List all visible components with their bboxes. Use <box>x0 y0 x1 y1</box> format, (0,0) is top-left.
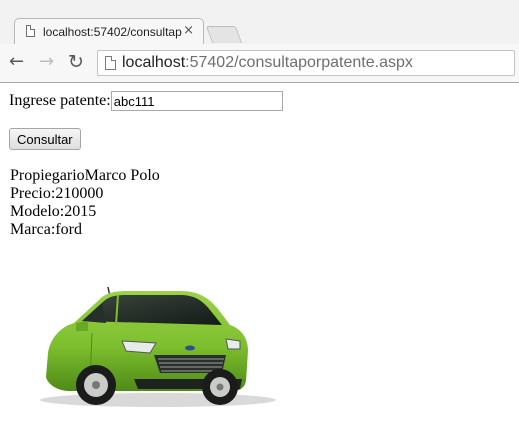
back-arrow-icon[interactable]: ← <box>9 52 24 72</box>
model-value: 2015 <box>64 203 97 220</box>
consultar-button[interactable]: Consultar <box>9 128 81 150</box>
page-icon <box>26 25 35 37</box>
close-icon[interactable]: × <box>183 23 194 39</box>
reload-icon[interactable]: ↻ <box>68 52 84 72</box>
browser-tab[interactable]: localhost:57402/consultap × <box>14 18 204 44</box>
owner-value: Marco Polo <box>84 167 160 184</box>
model-line: Modelo:2015 <box>10 203 160 221</box>
tab-title: localhost:57402/consultap <box>43 25 182 39</box>
brand-value: ford <box>55 221 82 238</box>
forward-arrow-icon[interactable]: → <box>39 52 54 72</box>
owner-label: Propiegario <box>10 167 85 184</box>
page-content: Ingrese patente: Consultar PropiegarioMa… <box>0 83 519 443</box>
car-image <box>40 286 276 407</box>
url-path: :57402/consultaporpatente.aspx <box>185 54 413 71</box>
price-line: Precio:210000 <box>10 185 160 203</box>
new-tab-button[interactable] <box>205 26 243 43</box>
result-panel: PropiegarioMarco Polo Precio:210000 Mode… <box>10 167 160 239</box>
url-text[interactable]: localhost:57402/consultaporpatente.aspx <box>122 54 413 72</box>
address-bar[interactable]: localhost:57402/consultaporpatente.aspx <box>97 50 515 76</box>
model-label: Modelo: <box>10 203 65 220</box>
plate-input[interactable] <box>110 91 283 111</box>
browser-title-bar: localhost:57402/consultap × <box>0 0 519 45</box>
brand-label: Marca: <box>10 221 56 238</box>
owner-line: PropiegarioMarco Polo <box>10 167 160 185</box>
plate-label: Ingrese patente: <box>9 92 111 109</box>
browser-toolbar: ← → ↻ localhost:57402/consultaporpatente… <box>0 44 519 83</box>
plate-form: Ingrese patente: <box>9 91 283 111</box>
url-host: localhost <box>122 54 186 71</box>
price-value: 210000 <box>55 185 104 202</box>
brand-line: Marca:ford <box>10 221 160 239</box>
price-label: Precio: <box>10 185 56 202</box>
page-icon <box>105 56 116 70</box>
